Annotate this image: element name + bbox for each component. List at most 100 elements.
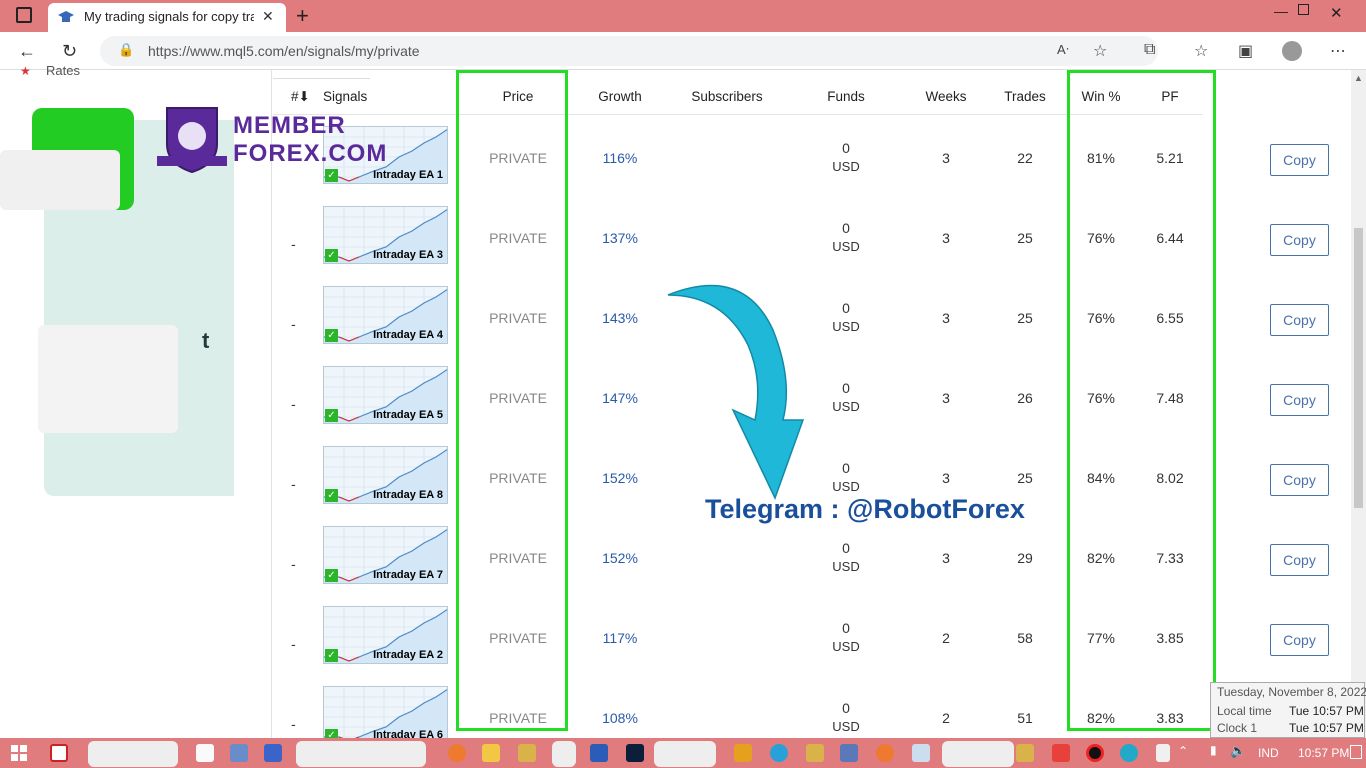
mortarboard-icon <box>58 11 74 22</box>
signal-chart-thumbnail[interactable]: ✓ Intraday EA 7 <box>323 526 448 584</box>
clock-date: Tuesday, November 8, 2022 <box>1217 685 1366 699</box>
rates-link[interactable]: Rates <box>46 63 80 78</box>
favorites-icon[interactable]: ☆ <box>1194 41 1208 61</box>
network-icon[interactable]: ▮ <box>1210 743 1217 757</box>
copy-button[interactable]: Copy <box>1270 304 1329 336</box>
file-icon[interactable] <box>196 744 214 762</box>
notepad-icon[interactable] <box>912 744 930 762</box>
minimize-icon[interactable]: — <box>1274 3 1288 19</box>
url-bar[interactable]: 🔒 https://www.mql5.com/en/signals/my/pri… <box>100 36 1158 66</box>
tab-actions-icon[interactable] <box>16 7 32 23</box>
read-aloud-icon[interactable]: Aᐧ <box>1057 42 1069 58</box>
photoshop-icon[interactable] <box>626 744 644 762</box>
weeks-cell: 2 <box>942 710 950 726</box>
col-header-signals[interactable]: Signals <box>323 89 367 104</box>
telegram-icon[interactable] <box>770 744 788 762</box>
growth-cell: 137% <box>602 230 638 246</box>
anydesk-icon[interactable] <box>1052 744 1070 762</box>
col-header-funds[interactable]: Funds <box>811 89 881 104</box>
record-icon[interactable] <box>1086 744 1104 762</box>
logo-line2: FOREX.COM <box>233 140 388 167</box>
language-indicator[interactable]: IND <box>1258 746 1279 760</box>
funds-currency: USD <box>832 319 860 334</box>
copy-button[interactable]: Copy <box>1270 624 1329 656</box>
signal-chart-thumbnail[interactable]: ✓ Intraday EA 4 <box>323 286 448 344</box>
clock1-value: Tue 10:57 PM <box>1289 721 1364 735</box>
collections-icon[interactable]: ▣ <box>1238 41 1253 61</box>
back-icon[interactable]: ← <box>18 41 36 62</box>
growth-cell: 152% <box>602 550 638 566</box>
address-toolbar: ← ↻ 🔒 https://www.mql5.com/en/signals/my… <box>0 32 1366 70</box>
app-icon-1[interactable] <box>50 744 68 762</box>
browser-titlebar: My trading signals for copy tradi ✕ + — … <box>0 0 1366 32</box>
extensions-icon[interactable]: ⧉ <box>1144 41 1155 59</box>
funds-currency: USD <box>832 479 860 494</box>
funds-value: 0 <box>842 460 850 476</box>
verified-check-icon: ✓ <box>325 649 338 662</box>
more-menu-icon[interactable]: ⋯ <box>1330 41 1346 61</box>
scrollbar-thumb[interactable] <box>1354 228 1363 508</box>
curved-arrow-icon <box>667 284 805 500</box>
chart-app-icon-3[interactable] <box>1016 744 1034 762</box>
refresh-icon[interactable]: ↻ <box>62 41 77 62</box>
row-number: - <box>291 236 296 252</box>
copy-button[interactable]: Copy <box>1270 464 1329 496</box>
firefox-icon-2[interactable] <box>876 744 894 762</box>
firefox-icon[interactable] <box>448 744 466 762</box>
signal-chart-thumbnail[interactable]: ✓ Intraday EA 3 <box>323 206 448 264</box>
favorite-star-icon[interactable]: ☆ <box>1093 41 1107 61</box>
copy-button[interactable]: Copy <box>1270 224 1329 256</box>
funds-value: 0 <box>842 300 850 316</box>
col-header-weeks[interactable]: Weeks <box>911 89 981 104</box>
row-number: - <box>291 396 296 412</box>
col-header-growth[interactable]: Growth <box>585 89 655 104</box>
scroll-up-icon[interactable]: ▲ <box>1354 73 1363 83</box>
signal-chart-thumbnail[interactable]: ✓ Intraday EA 6 <box>323 686 448 738</box>
funds-currency: USD <box>832 239 860 254</box>
signal-chart-thumbnail[interactable]: ✓ Intraday EA 5 <box>323 366 448 424</box>
windows-start-icon[interactable] <box>11 745 27 761</box>
col-header-trades[interactable]: Trades <box>990 89 1060 104</box>
word-icon[interactable] <box>590 744 608 762</box>
browser-tab[interactable]: My trading signals for copy tradi ✕ <box>48 3 286 32</box>
chart-app-icon[interactable] <box>518 744 536 762</box>
promo-text-1: t <box>202 328 210 353</box>
restore-icon[interactable] <box>1298 4 1309 15</box>
close-window-icon[interactable]: ✕ <box>1330 4 1343 22</box>
tab-strip-line <box>273 78 370 79</box>
volume-icon[interactable]: 🔈 <box>1230 743 1246 759</box>
growth-cell: 147% <box>602 390 638 406</box>
new-tab-button[interactable]: + <box>296 3 309 29</box>
app-icon-net[interactable] <box>840 744 858 762</box>
weeks-cell: 3 <box>942 390 950 406</box>
col-header-subscribers[interactable]: Subscribers <box>677 89 777 104</box>
col-header-num[interactable]: #⬇ <box>291 89 310 105</box>
edge-icon[interactable] <box>1120 744 1138 762</box>
promo-banner[interactable]: t with <box>0 108 234 496</box>
local-time-value: Tue 10:57 PM <box>1289 704 1364 718</box>
funds-value: 0 <box>842 620 850 636</box>
grid-app-icon[interactable] <box>264 744 282 762</box>
copy-button[interactable]: Copy <box>1270 144 1329 176</box>
notification-icon[interactable] <box>1350 745 1362 759</box>
winpf-column-highlight <box>1067 70 1216 731</box>
trades-cell: 51 <box>1017 710 1033 726</box>
signal-chart-thumbnail[interactable]: ✓ Intraday EA 2 <box>323 606 448 664</box>
profile-avatar[interactable] <box>1282 41 1302 61</box>
row-number: - <box>291 476 296 492</box>
page-scrollbar[interactable]: ▲ <box>1351 70 1366 738</box>
copy-button[interactable]: Copy <box>1270 544 1329 576</box>
copy-button[interactable]: Copy <box>1270 384 1329 416</box>
signal-chart-thumbnail[interactable]: ✓ Intraday EA 8 <box>323 446 448 504</box>
windows-taskbar: ⌃ ▮ 🔈 IND 10:57 PM <box>0 738 1366 768</box>
tray-chevron-icon[interactable]: ⌃ <box>1178 744 1188 758</box>
calculator-icon[interactable] <box>230 744 248 762</box>
taskbar-clock[interactable]: 10:57 PM <box>1298 746 1349 760</box>
tray-app-icon[interactable] <box>1156 744 1170 762</box>
close-tab-icon[interactable]: ✕ <box>262 8 274 25</box>
trades-cell: 25 <box>1017 310 1033 326</box>
folder-icon[interactable] <box>482 744 500 762</box>
verified-check-icon: ✓ <box>325 489 338 502</box>
chart-app-icon-2[interactable] <box>806 744 824 762</box>
app-icon-j[interactable] <box>734 744 752 762</box>
